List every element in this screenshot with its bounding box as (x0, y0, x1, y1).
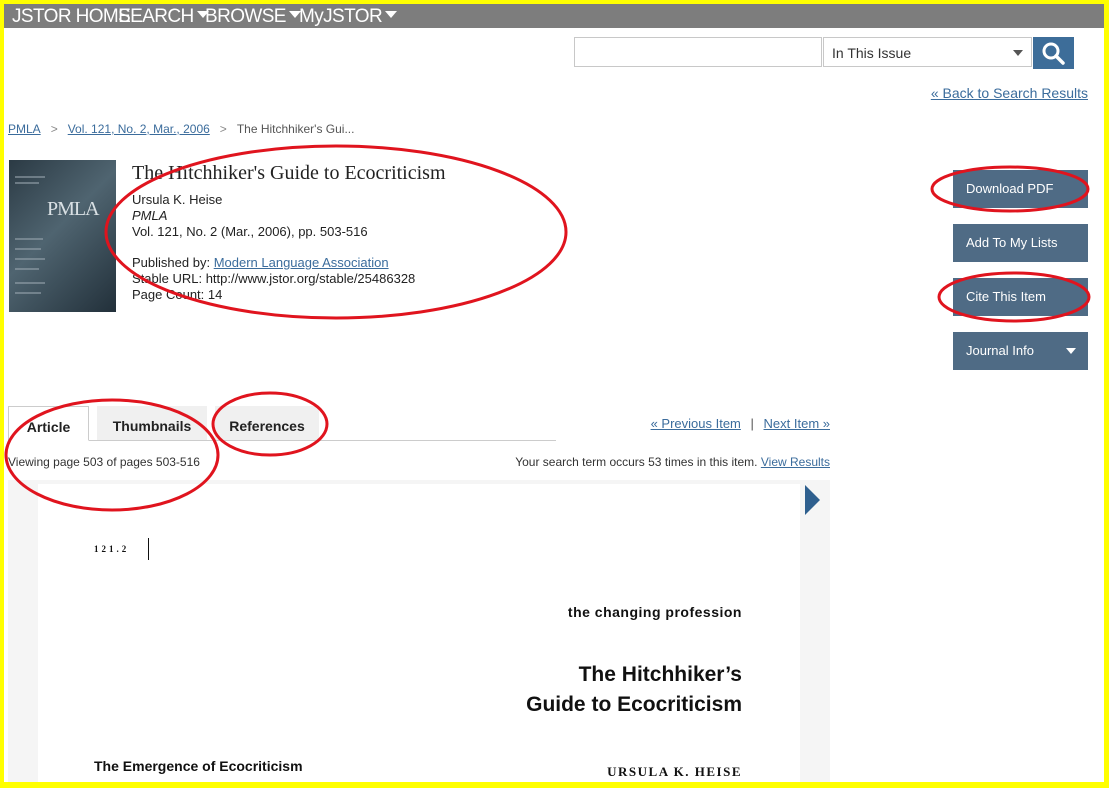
breadcrumb-issue[interactable]: Vol. 121, No. 2, Mar., 2006 (68, 122, 210, 136)
page-frame: JSTOR HOME SEARCH BROWSE MyJSTOR In This… (4, 4, 1104, 782)
cover-decoration (15, 292, 41, 294)
page-viewer: 121.2 the changing profession The Hitchh… (8, 480, 830, 782)
viewing-page-status: Viewing page 503 of pages 503-516 (8, 455, 200, 469)
breadcrumb-journal[interactable]: PMLA (8, 122, 41, 136)
item-pager: « Previous Item | Next Item » (651, 416, 830, 431)
journal-info-label: Journal Info (966, 343, 1034, 358)
search-scope-value: In This Issue (832, 45, 912, 61)
article-publisher: Published by: Modern Language Associatio… (132, 255, 389, 271)
search-input[interactable] (574, 37, 822, 67)
article-author: Ursula K. Heise (132, 192, 223, 207)
back-to-search-link[interactable]: « Back to Search Results (931, 85, 1088, 101)
cover-decoration (15, 258, 45, 260)
cover-decoration (15, 248, 41, 250)
search-button[interactable] (1033, 37, 1074, 69)
article-page-count: Page Count: 14 (132, 287, 223, 302)
article-issue: Vol. 121, No. 2 (Mar., 2006), pp. 503-51… (132, 224, 368, 239)
printed-title: The Hitchhiker’s Guide to Ecocriticism (526, 660, 742, 720)
nav-search[interactable]: SEARCH (118, 7, 209, 27)
tab-thumbnails[interactable]: Thumbnails (97, 406, 207, 440)
nav-search-label: SEARCH (118, 6, 194, 27)
chevron-down-icon (1066, 348, 1076, 354)
cite-item-button[interactable]: Cite This Item (953, 278, 1088, 316)
tab-references[interactable]: References (215, 406, 319, 440)
next-item-link[interactable]: Next Item » (764, 416, 830, 431)
nav-browse-label: BROWSE (205, 6, 286, 27)
breadcrumb: PMLA > Vol. 121, No. 2, Mar., 2006 > The Hit… (8, 122, 354, 136)
printed-author: URSULA K. HEISE (607, 764, 742, 779)
pager-separator: | (750, 416, 754, 431)
nav-browse[interactable]: BROWSE (205, 7, 301, 27)
journal-info-button[interactable]: Journal Info (953, 332, 1088, 370)
search-term-text: Your search term occurs 53 times in this… (515, 455, 758, 469)
publisher-link[interactable]: Modern Language Association (214, 255, 389, 270)
breadcrumb-current: The Hitchhiker's Gui... (236, 122, 355, 136)
cover-decoration (15, 282, 45, 284)
printed-page-number: 121.2 (94, 544, 130, 554)
article-stable-url: Stable URL: http://www.jstor.org/stable/… (132, 271, 416, 286)
printed-title-line1: The Hitchhiker’s (578, 663, 742, 686)
breadcrumb-separator: > (50, 122, 58, 136)
chevron-down-icon (1013, 50, 1023, 56)
cover-decoration (15, 176, 45, 178)
next-page-arrow-icon[interactable] (805, 485, 820, 515)
add-to-lists-button[interactable]: Add To My Lists (953, 224, 1088, 262)
search-term-status: Your search term occurs 53 times in this… (515, 455, 830, 469)
page-image: 121.2 the changing profession The Hitchh… (38, 484, 800, 782)
nav-myjstor-label: MyJSTOR (299, 6, 383, 27)
search-icon (1042, 42, 1065, 65)
printed-title-line2: Guide to Ecocriticism (526, 693, 742, 716)
printed-section-heading: The Emergence of Ecocriticism (94, 758, 303, 774)
nav-home[interactable]: JSTOR HOME (12, 7, 131, 27)
printed-section-label: the changing profession (567, 604, 742, 620)
breadcrumb-separator: > (219, 122, 227, 136)
tabs-divider (8, 440, 556, 441)
page-rule (148, 538, 149, 560)
view-results-link[interactable]: View Results (761, 455, 830, 469)
nav-myjstor[interactable]: MyJSTOR (299, 6, 398, 27)
chevron-down-icon (385, 11, 398, 18)
cover-decoration (15, 268, 39, 270)
cover-title: PMLA (47, 198, 100, 220)
previous-item-link[interactable]: « Previous Item (651, 416, 741, 431)
cover-decoration (15, 238, 43, 240)
top-nav: JSTOR HOME SEARCH BROWSE MyJSTOR (4, 4, 1104, 28)
article-journal: PMLA (132, 208, 168, 223)
cover-decoration (15, 182, 39, 184)
search-scope-select[interactable]: In This Issue (823, 37, 1032, 67)
journal-cover-image[interactable]: PMLA (9, 160, 116, 312)
tab-article[interactable]: Article (8, 406, 89, 441)
published-by-label: Published by: (132, 255, 211, 270)
article-title: The Hitchhiker's Guide to Ecocriticism (132, 162, 446, 184)
download-pdf-button[interactable]: Download PDF (953, 170, 1088, 208)
